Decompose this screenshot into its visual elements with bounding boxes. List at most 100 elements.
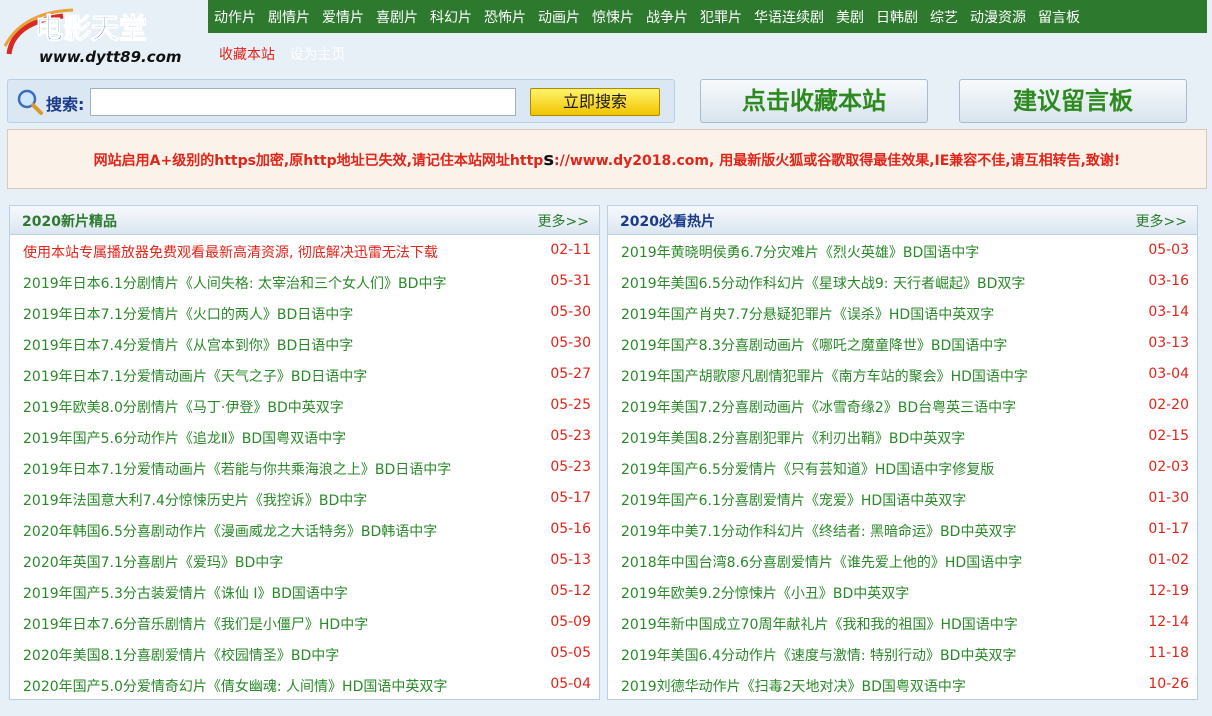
list-item[interactable]: 2019年美国7.2分喜剧动画片《冰雪奇缘2》BD台粤英三语中字 02-20 [608, 392, 1197, 423]
movie-title-link[interactable]: 2019刘德华动作片《扫毒2天地对决》BD国粤双语中字 [621, 676, 966, 696]
date-label: 03-16 [1148, 273, 1189, 289]
list-item[interactable]: 2019年日本7.1分爱情动画片《若能与你共乘海浪之上》BD日语中字 05-23 [10, 454, 599, 485]
list-item[interactable]: 2020年韩国6.5分喜剧动作片《漫画威龙之大话特务》BD韩语中字 05-16 [10, 516, 599, 547]
nav-item[interactable]: 动画片 [538, 7, 580, 27]
date-label: 05-31 [550, 273, 591, 289]
list-item[interactable]: 2019年日本7.4分爱情片《从宫本到你》BD日语中字 05-30 [10, 330, 599, 361]
guestbook-button[interactable]: 建议留言板 [959, 79, 1187, 123]
list-item[interactable]: 2019年国产6.5分爱情片《只有芸知道》HD国语中字修复版 02-03 [608, 454, 1197, 485]
movie-title-link[interactable]: 使用本站专属播放器免费观看最新高清资源, 彻底解决迅雷无法下载 [23, 242, 438, 262]
list-item[interactable]: 2019年美国8.2分喜剧犯罪片《利刃出鞘》BD中英双字 02-15 [608, 423, 1197, 454]
list-item[interactable]: 2019年日本7.1分爱情片《火口的两人》BD日语中字 05-30 [10, 299, 599, 330]
list-item[interactable]: 2020年美国8.1分喜剧爱情片《校园情圣》BD中字 05-05 [10, 640, 599, 671]
nav-item[interactable]: 战争片 [646, 7, 688, 27]
movie-title-link[interactable]: 2019年欧美8.0分剧情片《马丁·伊登》BD中英双字 [23, 397, 344, 417]
movie-title-link[interactable]: 2019年国产5.6分动作片《追龙Ⅱ》BD国粤双语中字 [23, 428, 346, 448]
nav-item[interactable]: 惊悚片 [592, 7, 634, 27]
list-item[interactable]: 2019年日本6.1分剧情片《人间失格: 太宰治和三个女人们》BD中字 05-31 [10, 268, 599, 299]
list-item[interactable]: 2020年英国7.1分喜剧片《爱玛》BD中字 05-13 [10, 547, 599, 578]
list-item[interactable]: 2019年国产5.6分动作片《追龙Ⅱ》BD国粤双语中字 05-23 [10, 423, 599, 454]
search-button[interactable]: 立即搜索 [530, 88, 660, 116]
list-item[interactable]: 2019年国产肖央7.7分悬疑犯罪片《误杀》HD国语中英双字 03-14 [608, 299, 1197, 330]
bookmark-link[interactable]: 收藏本站 [219, 47, 275, 63]
movie-title-link[interactable]: 2019年中美7.1分动作科幻片《终结者: 黑暗命运》BD中英双字 [621, 521, 1016, 541]
date-label: 05-30 [550, 335, 591, 351]
movie-title-link[interactable]: 2019年美国6.5分动作科幻片《星球大战9: 天行者崛起》BD双字 [621, 273, 1025, 293]
date-label: 02-11 [550, 242, 591, 258]
movie-title-link[interactable]: 2020年国产5.0分爱情奇幻片《倩女幽魂: 人间情》HD国语中英双字 [23, 676, 447, 696]
date-label: 05-16 [550, 521, 591, 537]
list-item[interactable]: 2019年国产8.3分喜剧动画片《哪吒之魔童降世》BD国语中字 03-13 [608, 330, 1197, 361]
nav-item[interactable]: 科幻片 [430, 7, 472, 27]
list-item[interactable]: 2019刘德华动作片《扫毒2天地对决》BD国粤双语中字 10-26 [608, 671, 1197, 702]
nav-item[interactable]: 留言板 [1038, 7, 1080, 27]
list-item[interactable]: 2019年国产5.3分古装爱情片《诛仙 Ⅰ》BD国语中字 05-12 [10, 578, 599, 609]
movie-title-link[interactable]: 2019年美国8.2分喜剧犯罪片《利刃出鞘》BD中英双字 [621, 428, 965, 448]
movie-title-link[interactable]: 2019年日本6.1分剧情片《人间失格: 太宰治和三个女人们》BD中字 [23, 273, 446, 293]
movie-title-link[interactable]: 2019年国产6.5分爱情片《只有芸知道》HD国语中字修复版 [621, 459, 994, 479]
nav-item[interactable]: 喜剧片 [376, 7, 418, 27]
header-sublinks: 收藏本站 设为主页 [219, 44, 355, 64]
movie-title-link[interactable]: 2019年日本7.4分爱情片《从宫本到你》BD日语中字 [23, 335, 353, 355]
movie-title-link[interactable]: 2019年美国7.2分喜剧动画片《冰雪奇缘2》BD台粤英三语中字 [621, 397, 1016, 417]
date-label: 05-05 [550, 645, 591, 661]
movie-title-link[interactable]: 2019年日本7.1分爱情片《火口的两人》BD日语中字 [23, 304, 353, 324]
movie-title-link[interactable]: 2019年黄晓明侯勇6.7分灾难片《烈火英雄》BD国语中字 [621, 242, 979, 262]
list-item[interactable]: 2020年国产5.0分爱情奇幻片《倩女幽魂: 人间情》HD国语中英双字 05-04 [10, 671, 599, 702]
more-link[interactable]: 更多>> [538, 211, 589, 231]
list-item[interactable]: 2019年欧美9.2分惊悚片《小丑》BD中英双字 12-19 [608, 578, 1197, 609]
movie-title-link[interactable]: 2019年国产胡歌廖凡剧情犯罪片《南方车站的聚会》HD国语中字 [621, 366, 1028, 386]
date-label: 05-03 [1148, 242, 1189, 258]
movie-title-link[interactable]: 2019年国产6.1分喜剧爱情片《宠爱》HD国语中英双字 [621, 490, 966, 510]
list-item[interactable]: 2019年黄晓明侯勇6.7分灾难片《烈火英雄》BD国语中字 05-03 [608, 237, 1197, 268]
movie-title-link[interactable]: 2019年新中国成立70周年献礼片《我和我的祖国》HD国语中字 [621, 614, 1018, 634]
list-item[interactable]: 2019年日本7.1分爱情动画片《天气之子》BD日语中字 05-27 [10, 361, 599, 392]
nav-item[interactable]: 华语连续剧 [754, 7, 824, 27]
date-label: 05-13 [550, 552, 591, 568]
movie-title-link[interactable]: 2019年日本7.1分爱情动画片《天气之子》BD日语中字 [23, 366, 367, 386]
nav-item[interactable]: 日韩剧 [876, 7, 918, 27]
list-item[interactable]: 2019年日本7.6分音乐剧情片《我们是小僵尸》HD中字 05-09 [10, 609, 599, 640]
movie-title-link[interactable]: 2019年国产肖央7.7分悬疑犯罪片《误杀》HD国语中英双字 [621, 304, 994, 324]
search-input[interactable] [90, 88, 516, 116]
movie-title-link[interactable]: 2019年日本7.6分音乐剧情片《我们是小僵尸》HD中字 [23, 614, 368, 634]
movie-title-link[interactable]: 2019年国产5.3分古装爱情片《诛仙 Ⅰ》BD国语中字 [23, 583, 348, 603]
list-item[interactable]: 2019年欧美8.0分剧情片《马丁·伊登》BD中英双字 05-25 [10, 392, 599, 423]
nav-item[interactable]: 爱情片 [322, 7, 364, 27]
site-logo[interactable]: 电影天堂 www.dytt89.com [3, 2, 206, 68]
nav-item[interactable]: 犯罪片 [700, 7, 742, 27]
bookmark-site-button[interactable]: 点击收藏本站 [700, 79, 928, 123]
movie-title-link[interactable]: 2020年美国8.1分喜剧爱情片《校园情圣》BD中字 [23, 645, 339, 665]
movie-title-link[interactable]: 2019年国产8.3分喜剧动画片《哪吒之魔童降世》BD国语中字 [621, 335, 1007, 355]
movie-title-link[interactable]: 2020年英国7.1分喜剧片《爱玛》BD中字 [23, 552, 283, 572]
category-nav: 动作片 剧情片 爱情片 喜剧片 科幻片 恐怖片 动画片 惊悚片 战争片 犯罪片 华语连续剧 美剧 日韩剧… [208, 0, 1207, 33]
nav-item[interactable]: 动作片 [214, 7, 256, 27]
movie-title-link[interactable]: 2019年日本7.1分爱情动画片《若能与你共乘海浪之上》BD日语中字 [23, 459, 451, 479]
nav-item[interactable]: 剧情片 [268, 7, 310, 27]
movie-title-link[interactable]: 2020年韩国6.5分喜剧动作片《漫画威龙之大话特务》BD韩语中字 [23, 521, 437, 541]
list-item[interactable]: 2019年国产胡歌廖凡剧情犯罪片《南方车站的聚会》HD国语中字 03-04 [608, 361, 1197, 392]
list-item[interactable]: 2019年美国6.5分动作科幻片《星球大战9: 天行者崛起》BD双字 03-16 [608, 268, 1197, 299]
more-link[interactable]: 更多>> [1136, 211, 1187, 231]
list-item[interactable]: 2019年美国6.4分动作片《速度与激情: 特别行动》BD中英双字 11-18 [608, 640, 1197, 671]
nav-item[interactable]: 恐怖片 [484, 7, 526, 27]
nav-item[interactable]: 美剧 [836, 7, 864, 27]
notice-banner: 网站启用A+级别的https加密,原http地址已失效,请记住本站网址https… [7, 129, 1207, 189]
date-label: 10-26 [1148, 676, 1189, 692]
movie-title-link[interactable]: 2019年美国6.4分动作片《速度与激情: 特别行动》BD中英双字 [621, 645, 1016, 665]
list-item[interactable]: 使用本站专属播放器免费观看最新高清资源, 彻底解决迅雷无法下载 02-11 [10, 237, 599, 268]
list-item[interactable]: 2019年国产6.1分喜剧爱情片《宠爱》HD国语中英双字 01-30 [608, 485, 1197, 516]
list-item[interactable]: 2019年中美7.1分动作科幻片《终结者: 黑暗命运》BD中英双字 01-17 [608, 516, 1197, 547]
search-bar: 搜索: 立即搜索 [7, 79, 675, 123]
movie-title-link[interactable]: 2019年法国意大利7.4分惊悚历史片《我控诉》BD中字 [23, 490, 367, 510]
set-homepage-link[interactable]: 设为主页 [289, 47, 345, 63]
movie-title-link[interactable]: 2019年欧美9.2分惊悚片《小丑》BD中英双字 [621, 583, 909, 603]
movie-title-link[interactable]: 2018年中国台湾8.6分喜剧爱情片《谁先爱上他的》HD国语中字 [621, 552, 1022, 572]
nav-item[interactable]: 动漫资源 [970, 7, 1026, 27]
list-item[interactable]: 2018年中国台湾8.6分喜剧爱情片《谁先爱上他的》HD国语中字 01-02 [608, 547, 1197, 578]
list-item[interactable]: 2019年新中国成立70周年献礼片《我和我的祖国》HD国语中字 12-14 [608, 609, 1197, 640]
nav-item[interactable]: 综艺 [930, 7, 958, 27]
date-label: 02-15 [1148, 428, 1189, 444]
list-item[interactable]: 2019年法国意大利7.4分惊悚历史片《我控诉》BD中字 05-17 [10, 485, 599, 516]
svg-text:www.dytt89.com: www.dytt89.com [39, 48, 182, 66]
